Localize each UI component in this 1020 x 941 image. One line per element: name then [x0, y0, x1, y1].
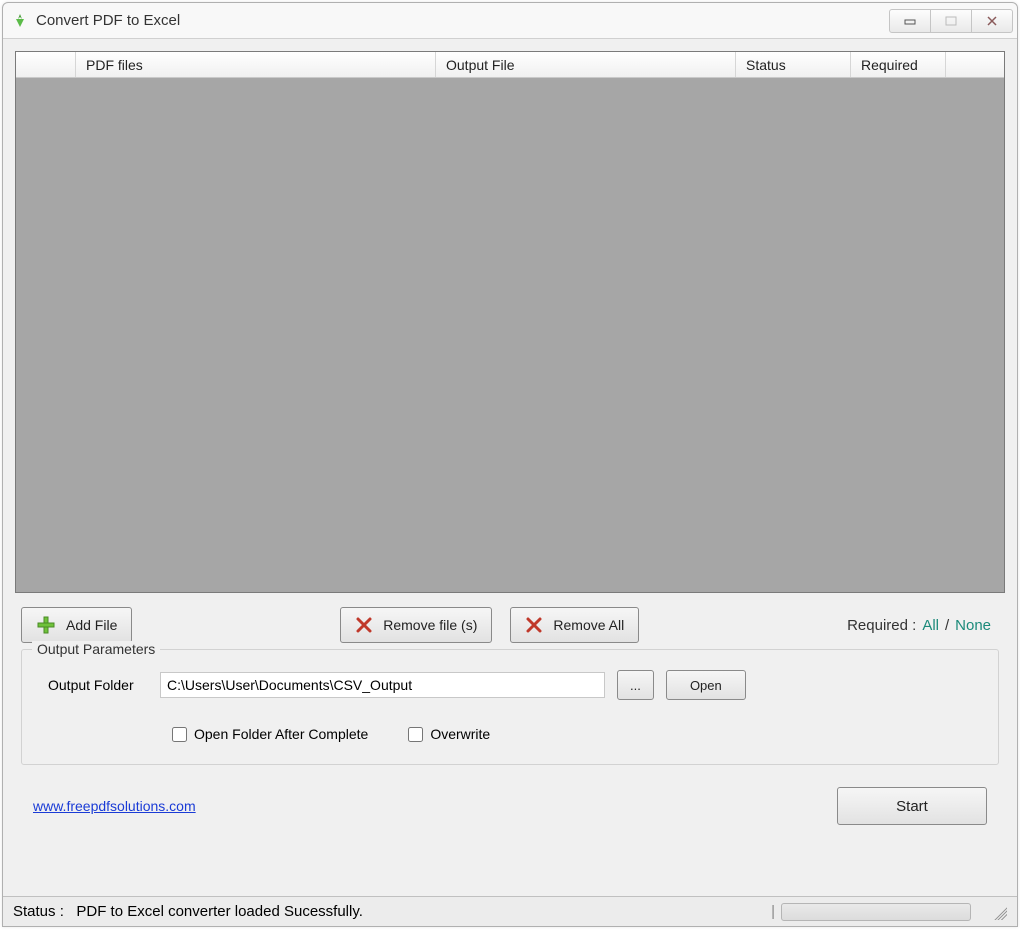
- browse-button[interactable]: ...: [617, 670, 654, 700]
- start-button[interactable]: Start: [837, 787, 987, 825]
- overwrite-checkbox[interactable]: Overwrite: [408, 726, 490, 742]
- bottom-row: www.freepdfsolutions.com Start: [15, 765, 1005, 839]
- required-filter: Required : All / None: [847, 617, 999, 634]
- grid-col-pdf-files[interactable]: PDF files: [76, 52, 436, 77]
- add-file-label: Add File: [66, 617, 117, 633]
- output-parameters-legend: Output Parameters: [32, 641, 160, 657]
- output-folder-row: Output Folder ... Open: [38, 670, 982, 700]
- website-link[interactable]: www.freepdfsolutions.com: [33, 798, 196, 814]
- titlebar[interactable]: Convert PDF to Excel: [3, 3, 1017, 39]
- window-title: Convert PDF to Excel: [36, 12, 890, 29]
- x-icon: [355, 616, 373, 634]
- overwrite-label: Overwrite: [430, 726, 490, 742]
- required-label: Required :: [847, 617, 916, 634]
- action-row: Add File Remove file (s) Remove All Requ…: [15, 593, 1005, 649]
- plus-icon: [36, 615, 56, 635]
- remove-files-label: Remove file (s): [383, 617, 477, 633]
- output-parameters-group: Output Parameters Output Folder ... Open…: [21, 649, 999, 765]
- open-after-complete-label: Open Folder After Complete: [194, 726, 368, 742]
- grid-col-output-file[interactable]: Output File: [436, 52, 736, 77]
- main-window: Convert PDF to Excel PDF files Output Fi…: [2, 2, 1018, 927]
- open-folder-button[interactable]: Open: [666, 670, 746, 700]
- grid-header: PDF files Output File Status Required: [16, 52, 1004, 78]
- add-file-button[interactable]: Add File: [21, 607, 132, 643]
- grid-body[interactable]: [16, 78, 1004, 592]
- remove-files-button[interactable]: Remove file (s): [340, 607, 492, 643]
- status-text: Status : PDF to Excel converter loaded S…: [13, 903, 765, 920]
- close-button[interactable]: [971, 9, 1013, 33]
- window-controls: [890, 9, 1013, 33]
- file-grid[interactable]: PDF files Output File Status Required: [15, 51, 1005, 593]
- resize-grip-icon[interactable]: [991, 904, 1007, 920]
- output-folder-input[interactable]: [160, 672, 605, 698]
- status-message: PDF to Excel converter loaded Sucessfull…: [76, 903, 363, 920]
- required-all-link[interactable]: All: [922, 617, 939, 634]
- overwrite-input[interactable]: [408, 727, 423, 742]
- x-icon: [525, 616, 543, 634]
- grid-col-status[interactable]: Status: [736, 52, 851, 77]
- status-bar: Status : PDF to Excel converter loaded S…: [3, 896, 1017, 926]
- status-label: Status :: [13, 903, 64, 920]
- required-none-link[interactable]: None: [955, 617, 991, 634]
- app-icon: [11, 12, 29, 30]
- grid-col-required[interactable]: Required: [851, 52, 946, 77]
- checkbox-row: Open Folder After Complete Overwrite: [38, 726, 982, 742]
- maximize-button[interactable]: [930, 9, 972, 33]
- statusbar-separator: |: [771, 903, 775, 920]
- required-sep: /: [945, 617, 949, 634]
- remove-all-label: Remove All: [553, 617, 624, 633]
- minimize-button[interactable]: [889, 9, 931, 33]
- open-after-complete-checkbox[interactable]: Open Folder After Complete: [172, 726, 368, 742]
- output-folder-label: Output Folder: [38, 677, 148, 693]
- client-area: PDF files Output File Status Required Ad…: [3, 39, 1017, 896]
- remove-all-button[interactable]: Remove All: [510, 607, 639, 643]
- progress-bar: [781, 903, 971, 921]
- open-after-complete-input[interactable]: [172, 727, 187, 742]
- grid-col-rowheader[interactable]: [16, 52, 76, 77]
